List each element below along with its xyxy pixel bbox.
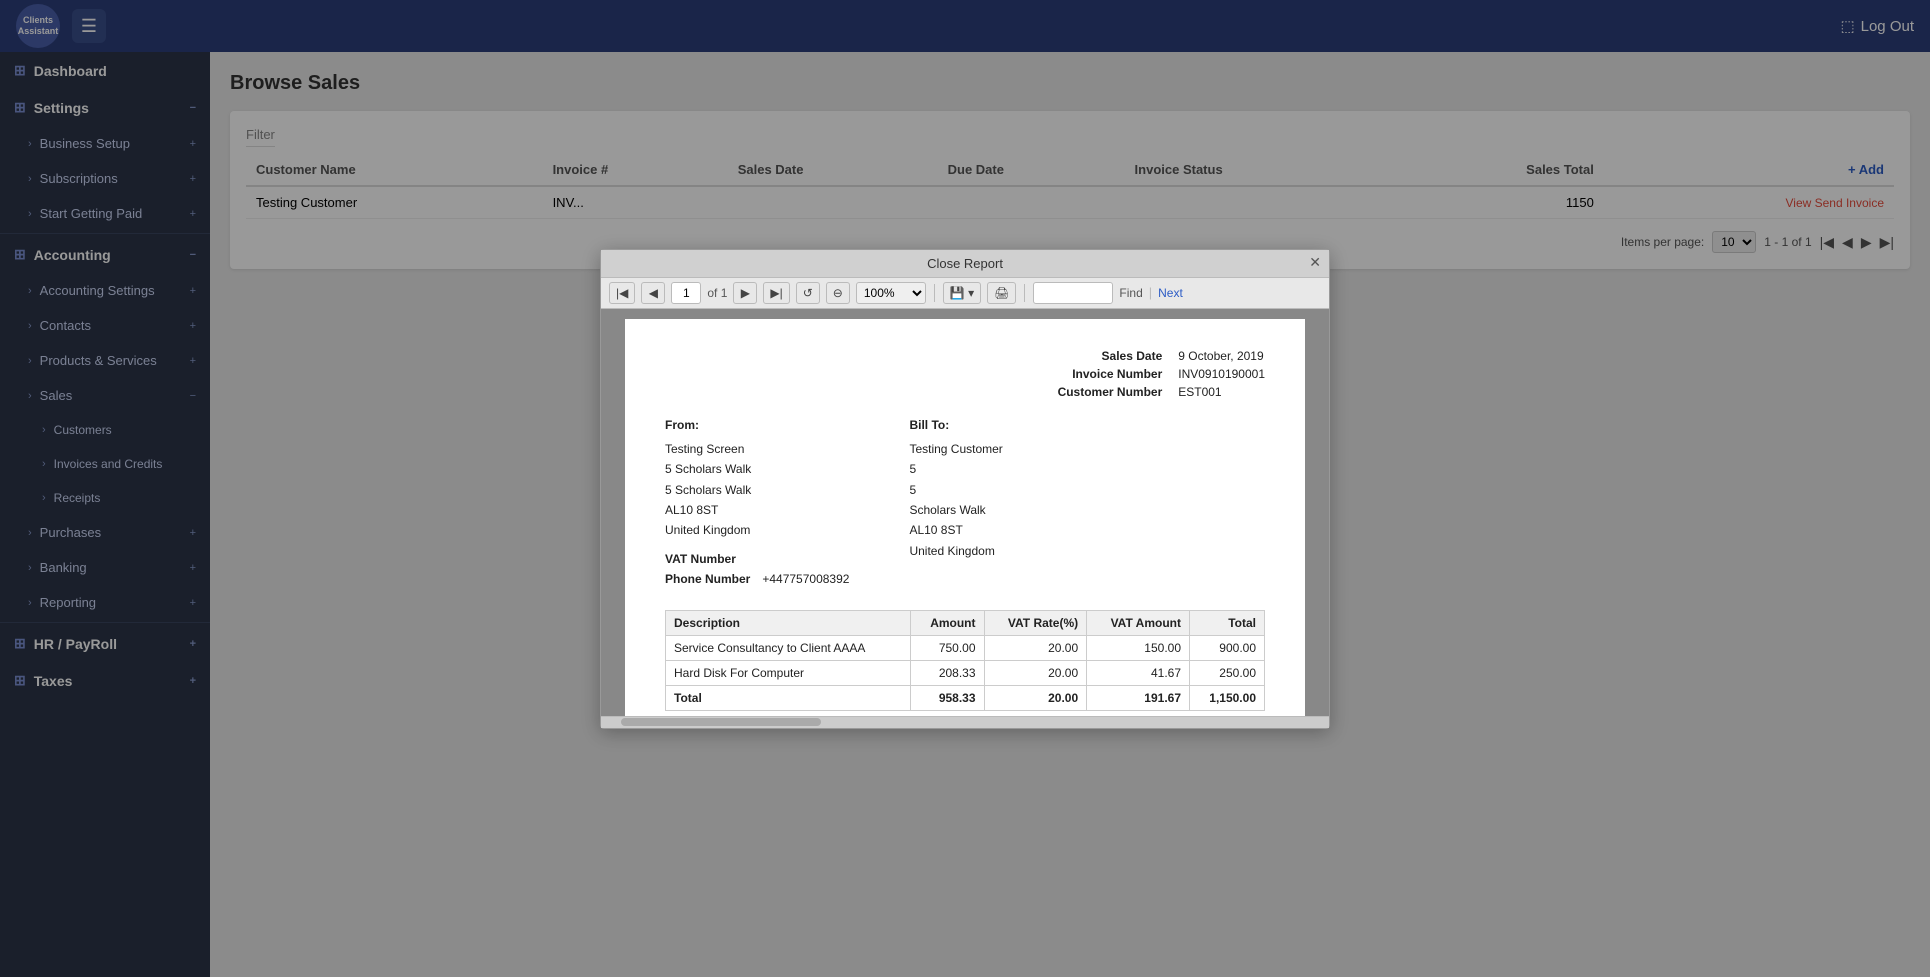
- report-title: Close Report: [927, 256, 1003, 271]
- tb-separator-2: [1024, 284, 1025, 302]
- item1-vat-amount: 150.00: [1087, 635, 1190, 660]
- content-area: Browse Sales Filter Customer Name Invoic…: [210, 52, 1930, 977]
- tb-separator-1: [934, 284, 935, 302]
- totals-row: Total 958.33 20.00 191.67 1,150.00: [666, 685, 1265, 710]
- from-addr2: 5 Scholars Walk: [665, 480, 849, 500]
- report-header-info: Sales Date 9 October, 2019 Invoice Numbe…: [665, 349, 1265, 399]
- bill-company: Testing Customer: [909, 439, 1002, 459]
- sales-date-label: Sales Date: [1058, 349, 1163, 363]
- scrollbar-thumb: [621, 718, 821, 726]
- report-toolbar: |◀ ◀ of 1 ▶ ▶| ↺ ⊖ 100% 75% 150% 💾 ▾ 🖨: [601, 277, 1329, 309]
- item1-vat-rate: 20.00: [984, 635, 1087, 660]
- bill-addr3: Scholars Walk: [909, 500, 1002, 520]
- from-label: From:: [665, 415, 849, 435]
- bill-addr1: 5: [909, 459, 1002, 479]
- item2-vat-rate: 20.00: [984, 660, 1087, 685]
- from-country: United Kingdom: [665, 520, 849, 540]
- total-amount: 958.33: [911, 685, 984, 710]
- report-page: Sales Date 9 October, 2019 Invoice Numbe…: [625, 319, 1305, 716]
- customer-number-value: EST001: [1178, 385, 1265, 399]
- report-meta: Sales Date 9 October, 2019 Invoice Numbe…: [1058, 349, 1265, 399]
- find-next-button[interactable]: Next: [1158, 286, 1183, 300]
- zoom-out-button[interactable]: ⊖: [826, 282, 850, 304]
- col-description: Description: [666, 610, 911, 635]
- addresses: From: Testing Screen 5 Scholars Walk 5 S…: [665, 415, 1265, 590]
- zoom-select[interactable]: 100% 75% 150%: [856, 282, 926, 304]
- bill-to-address: Bill To: Testing Customer 5 5 Scholars W…: [909, 415, 1002, 590]
- from-postcode: AL10 8ST: [665, 500, 849, 520]
- report-scroll[interactable]: Sales Date 9 October, 2019 Invoice Numbe…: [601, 309, 1329, 716]
- col-total: Total: [1190, 610, 1265, 635]
- bill-addr2: 5: [909, 480, 1002, 500]
- customer-number-label: Customer Number: [1058, 385, 1163, 399]
- total-vat-rate: 20.00: [984, 685, 1087, 710]
- item2-total: 250.00: [1190, 660, 1265, 685]
- from-address: From: Testing Screen 5 Scholars Walk 5 S…: [665, 415, 849, 590]
- line-item-row: Hard Disk For Computer 208.33 20.00 41.6…: [666, 660, 1265, 685]
- total-vat-amount: 191.67: [1087, 685, 1190, 710]
- item1-total: 900.00: [1190, 635, 1265, 660]
- item2-amount: 208.33: [911, 660, 984, 685]
- last-page-tb-button[interactable]: ▶|: [763, 282, 789, 304]
- find-input[interactable]: [1033, 282, 1113, 304]
- bill-country: United Kingdom: [909, 541, 1002, 561]
- item1-description: Service Consultancy to Client AAAA: [666, 635, 911, 660]
- phone-label: Phone Number: [665, 569, 750, 589]
- save-button[interactable]: 💾 ▾: [943, 282, 981, 304]
- line-items-table: Description Amount VAT Rate(%) VAT Amoun…: [665, 610, 1265, 711]
- vat-label: VAT Number: [665, 549, 736, 569]
- first-page-tb-button[interactable]: |◀: [609, 282, 635, 304]
- invoice-number-label: Invoice Number: [1058, 367, 1163, 381]
- from-addr1: 5 Scholars Walk: [665, 459, 849, 479]
- total-total: 1,150.00: [1190, 685, 1265, 710]
- col-vat-amount: VAT Amount: [1087, 610, 1190, 635]
- prev-page-tb-button[interactable]: ◀: [641, 282, 665, 304]
- of-pages-label: of 1: [707, 286, 727, 300]
- item2-vat-amount: 41.67: [1087, 660, 1190, 685]
- col-amount: Amount: [911, 610, 984, 635]
- report-overlay: Close Report ✕ |◀ ◀ of 1 ▶ ▶| ↺ ⊖ 100% 7…: [210, 52, 1930, 977]
- refresh-button[interactable]: ↺: [796, 282, 820, 304]
- print-button[interactable]: 🖨: [987, 282, 1016, 304]
- report-modal: Close Report ✕ |◀ ◀ of 1 ▶ ▶| ↺ ⊖ 100% 7…: [600, 249, 1330, 729]
- item2-description: Hard Disk For Computer: [666, 660, 911, 685]
- item1-amount: 750.00: [911, 635, 984, 660]
- close-report-button[interactable]: ✕: [1309, 254, 1321, 271]
- report-titlebar: Close Report ✕: [601, 250, 1329, 277]
- bill-postcode: AL10 8ST: [909, 520, 1002, 540]
- sales-date-value: 9 October, 2019: [1178, 349, 1265, 363]
- total-label: Total: [666, 685, 911, 710]
- horizontal-scrollbar[interactable]: [601, 716, 1329, 728]
- line-item-row: Service Consultancy to Client AAAA 750.0…: [666, 635, 1265, 660]
- next-page-tb-button[interactable]: ▶: [733, 282, 757, 304]
- main-layout: ⊞ Dashboard ⊞ Settings − › Business Setu…: [0, 52, 1930, 977]
- find-label: Find: [1119, 286, 1142, 300]
- page-number-input[interactable]: [671, 282, 701, 304]
- invoice-number-value: INV0910190001: [1178, 367, 1265, 381]
- col-vat-rate: VAT Rate(%): [984, 610, 1087, 635]
- from-company: Testing Screen: [665, 439, 849, 459]
- phone-value: +447757008392: [762, 569, 849, 589]
- bill-to-label: Bill To:: [909, 415, 1002, 435]
